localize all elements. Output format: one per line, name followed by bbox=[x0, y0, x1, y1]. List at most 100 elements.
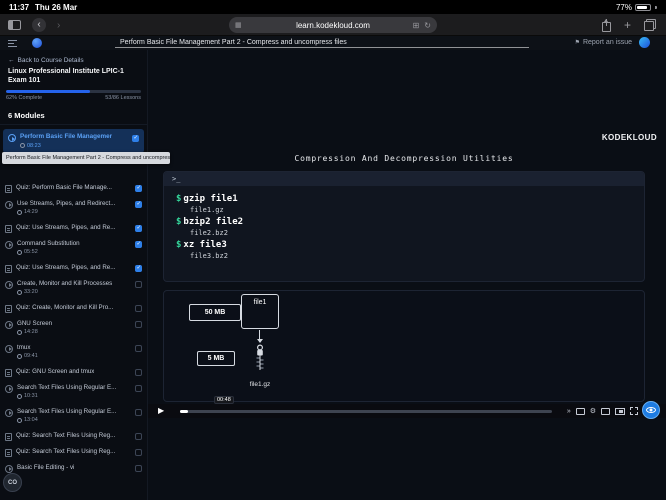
course-title: Linux Professional Institute LPIC-1 Exam… bbox=[0, 67, 147, 85]
lesson-title: Quiz: Perform Basic File Manage... bbox=[16, 184, 112, 191]
lesson-list-item[interactable]: Command Substitution 05:52 bbox=[0, 236, 147, 260]
fullscreen-icon[interactable] bbox=[630, 407, 638, 415]
tabs-icon[interactable] bbox=[644, 19, 656, 31]
lesson-list-item[interactable]: Quiz: Search Text Files Using Reg... bbox=[0, 428, 147, 444]
settings-gear-icon[interactable]: ⚙ bbox=[590, 407, 596, 415]
lesson-checkbox[interactable] bbox=[135, 409, 142, 416]
lesson-duration: 10:31 bbox=[17, 393, 116, 399]
clock-icon bbox=[17, 354, 22, 359]
lesson-list-item[interactable]: Use Streams, Pipes, and Redirect... 14:2… bbox=[0, 196, 147, 220]
lesson-checkbox[interactable] bbox=[135, 321, 142, 328]
lesson-title: GNU Screen bbox=[17, 320, 52, 327]
clock-icon bbox=[17, 250, 22, 255]
lesson-list-item[interactable]: Quiz: Create, Monitor and Kill Pro... bbox=[0, 300, 147, 316]
lesson-checkbox[interactable] bbox=[132, 135, 139, 142]
lesson-title: Quiz: Search Text Files Using Reg... bbox=[16, 432, 115, 439]
report-issue-label: Report an issue bbox=[583, 39, 632, 46]
kodekloud-watermark: KODEKLOUD bbox=[602, 133, 657, 142]
play-circle-icon bbox=[5, 345, 13, 353]
duration-text: 33:20 bbox=[24, 289, 38, 295]
lesson-checkbox[interactable] bbox=[135, 465, 142, 472]
modules-header[interactable]: 6 Modules bbox=[0, 106, 147, 125]
community-chat-button[interactable]: CO bbox=[3, 473, 22, 492]
lesson-list-item[interactable]: Basic File Editing - vi bbox=[0, 460, 147, 484]
lesson-checkbox[interactable] bbox=[135, 201, 142, 208]
shell-prompt: $ bbox=[176, 240, 181, 250]
address-bar[interactable]: ▦ learn.kodekloud.com ⊞ ↻ bbox=[229, 17, 437, 33]
lesson-checkbox[interactable] bbox=[135, 265, 142, 272]
lesson-list-item[interactable]: Search Text Files Using Regular E... 10:… bbox=[0, 380, 147, 404]
lesson-checkbox[interactable] bbox=[135, 225, 142, 232]
new-tab-icon[interactable]: + bbox=[624, 19, 631, 31]
size-before-box: 50 MB bbox=[189, 304, 241, 321]
play-circle-icon bbox=[5, 241, 13, 249]
lesson-title: Basic File Editing - vi bbox=[17, 464, 74, 471]
course-progress-bar bbox=[6, 90, 141, 93]
lesson-checkbox[interactable] bbox=[135, 369, 142, 376]
accessibility-widget-button[interactable] bbox=[642, 401, 660, 419]
lesson-list-item[interactable]: Quiz: GNU Screen and tmux bbox=[0, 364, 147, 380]
reload-icon[interactable]: ↻ bbox=[424, 21, 431, 30]
lesson-title: tmux bbox=[17, 344, 38, 351]
lesson-checkbox[interactable] bbox=[135, 449, 142, 456]
back-to-course-link[interactable]: ← Back to Course Details bbox=[0, 50, 147, 67]
command-text: bzip2 file2 bbox=[183, 217, 243, 227]
lesson-checkbox[interactable] bbox=[135, 185, 142, 192]
lesson-checkbox[interactable] bbox=[135, 241, 142, 248]
result-filename: file1.gz bbox=[234, 381, 286, 388]
seek-bar[interactable] bbox=[180, 410, 552, 413]
menu-icon[interactable] bbox=[8, 40, 17, 47]
lesson-list-item[interactable]: Search Text Files Using Regular E... 13:… bbox=[0, 404, 147, 428]
shell-prompt: $ bbox=[176, 217, 181, 227]
lesson-checkbox[interactable] bbox=[135, 305, 142, 312]
lesson-checkbox[interactable] bbox=[135, 345, 142, 352]
lesson-list: Quiz: Perform Basic File Manage... Use S… bbox=[0, 180, 147, 484]
lesson-list-item[interactable]: tmux 09:41 bbox=[0, 340, 147, 364]
lesson-duration: 13:04 bbox=[17, 417, 116, 423]
captions-icon[interactable] bbox=[576, 408, 585, 415]
terminal-body: $gzip file1 file1.gz $bzip2 file2 file2.… bbox=[164, 186, 644, 267]
lesson-duration: 14:28 bbox=[17, 329, 52, 335]
extension-icon[interactable]: ⊞ bbox=[413, 21, 420, 30]
lesson-list-item[interactable]: GNU Screen 14:28 bbox=[0, 316, 147, 340]
play-circle-icon bbox=[5, 321, 13, 329]
video-controls: ▶ 00:48 » ⚙ bbox=[148, 404, 666, 418]
battery-icon bbox=[635, 4, 651, 11]
duration-text: 08:23 bbox=[27, 143, 41, 149]
quiz-icon bbox=[5, 305, 12, 313]
forward-button[interactable]: › bbox=[57, 20, 60, 31]
playback-speed-icon[interactable]: » bbox=[567, 408, 571, 415]
status-date: Thu 26 Mar bbox=[35, 3, 77, 12]
lesson-list-item[interactable]: Quiz: Search Text Files Using Reg... bbox=[0, 444, 147, 460]
current-time-chip: 00:48 bbox=[214, 396, 234, 404]
kodekloud-logo-icon[interactable] bbox=[32, 38, 42, 48]
lesson-checkbox[interactable] bbox=[135, 385, 142, 392]
play-circle-icon bbox=[5, 281, 13, 289]
control-icons: » ⚙ bbox=[567, 404, 638, 418]
play-button[interactable]: ▶ bbox=[158, 407, 164, 415]
active-lesson-item[interactable]: Perform Basic File Management ... 08:23 bbox=[3, 129, 144, 153]
battery-cap bbox=[655, 6, 657, 9]
share-icon[interactable] bbox=[602, 22, 611, 32]
lesson-list-item[interactable]: Quiz: Use Streams, Pipes, and Re... bbox=[0, 220, 147, 236]
back-button[interactable]: ‹ bbox=[32, 18, 46, 32]
lesson-checkbox[interactable] bbox=[135, 433, 142, 440]
terminal-entry: $bzip2 file2 file2.bz2 bbox=[176, 217, 632, 237]
lesson-list-item[interactable]: Quiz: Perform Basic File Manage... bbox=[0, 180, 147, 196]
terminal-entry: $gzip file1 file1.gz bbox=[176, 194, 632, 214]
sidebar-toggle-icon[interactable] bbox=[8, 20, 21, 30]
lesson-list-item[interactable]: Create, Monitor and Kill Processes 33:20 bbox=[0, 276, 147, 300]
progress-fill bbox=[6, 90, 90, 93]
status-left: 11:37 Thu 26 Mar bbox=[9, 3, 77, 12]
quality-icon[interactable] bbox=[601, 408, 610, 415]
pip-icon[interactable] bbox=[615, 408, 625, 415]
lesson-checkbox[interactable] bbox=[135, 281, 142, 288]
duration-text: 09:41 bbox=[24, 353, 38, 359]
lesson-list-item[interactable]: Quiz: Use Streams, Pipes, and Re... bbox=[0, 260, 147, 276]
terminal-entry: $xz file3 file3.bz2 bbox=[176, 240, 632, 260]
lesson-title: Quiz: Use Streams, Pipes, and Re... bbox=[16, 264, 115, 271]
user-avatar[interactable] bbox=[639, 37, 650, 48]
video-player[interactable]: KODEKLOUD Compression And Decompression … bbox=[148, 50, 666, 500]
report-issue-link[interactable]: ⚑ Report an issue bbox=[575, 39, 632, 46]
lesson-title: Quiz: Use Streams, Pipes, and Re... bbox=[16, 224, 115, 231]
